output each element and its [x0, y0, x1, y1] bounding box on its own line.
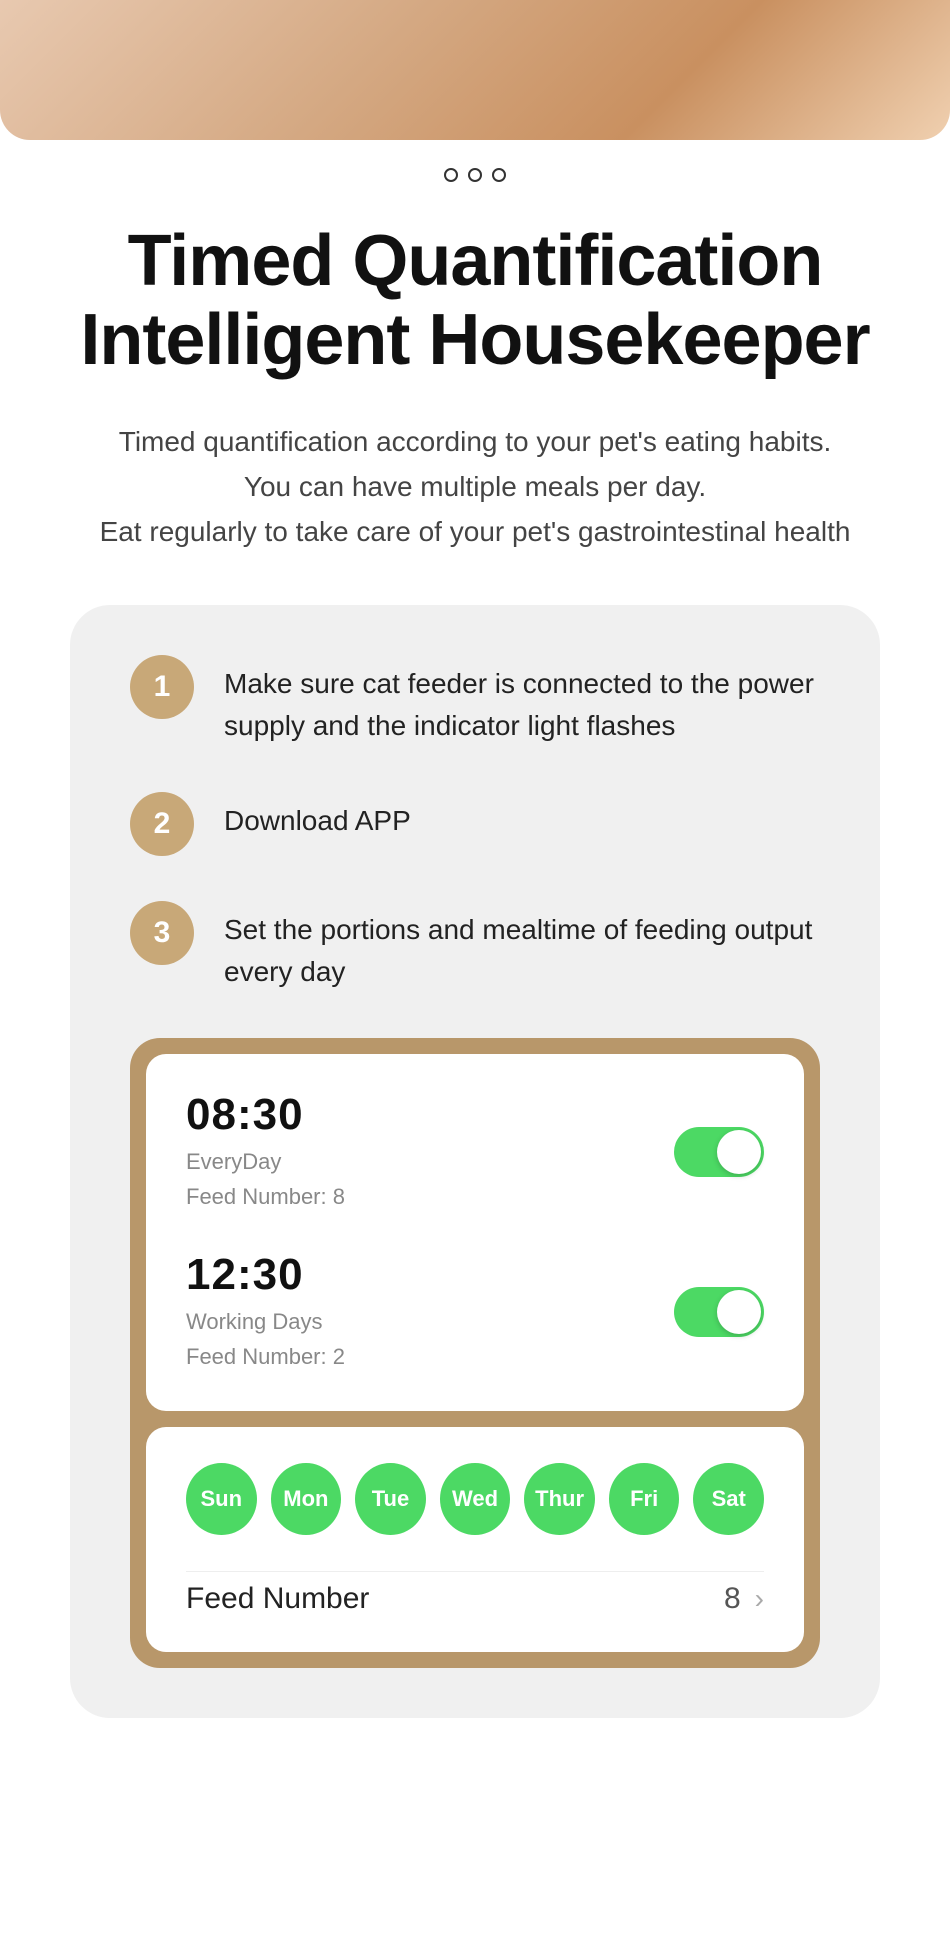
- dot-1: [444, 168, 458, 182]
- page-title: Timed Quantification Intelligent Houseke…: [40, 222, 910, 380]
- step-number-1: 1: [130, 655, 194, 719]
- day-thur[interactable]: Thur: [524, 1463, 595, 1535]
- main-instruction-card: 1 Make sure cat feeder is connected to t…: [70, 605, 880, 1718]
- step-number-2: 2: [130, 792, 194, 856]
- day-sun[interactable]: Sun: [186, 1463, 257, 1535]
- meal-1-toggle-knob: [717, 1130, 761, 1174]
- day-sat[interactable]: Sat: [693, 1463, 764, 1535]
- dot-3: [492, 168, 506, 182]
- meal-2: 12:30 Working Days Feed Number: 2: [186, 1250, 764, 1374]
- top-hero-image: [0, 0, 950, 140]
- day-fri[interactable]: Fri: [609, 1463, 680, 1535]
- feed-number-row[interactable]: Feed Number 8 ›: [186, 1571, 764, 1616]
- meal-2-toggle-knob: [717, 1290, 761, 1334]
- day-selector-card: Sun Mon Tue Wed Thur Fri Sat: [146, 1427, 804, 1652]
- step-1-text: Make sure cat feeder is connected to the…: [224, 655, 820, 747]
- day-mon[interactable]: Mon: [271, 1463, 342, 1535]
- days-row: Sun Mon Tue Wed Thur Fri Sat: [186, 1463, 764, 1535]
- schedule-outer-card: 08:30 EveryDay Feed Number: 8 12:30 Work…: [130, 1038, 820, 1668]
- title-section: Timed Quantification Intelligent Houseke…: [0, 202, 950, 390]
- meal-1-toggle[interactable]: [674, 1127, 764, 1177]
- meal-1-toggle-wrapper[interactable]: [674, 1127, 764, 1177]
- day-wed[interactable]: Wed: [440, 1463, 511, 1535]
- step-2-text: Download APP: [224, 792, 411, 842]
- feed-number-value-wrapper[interactable]: 8 ›: [724, 1582, 764, 1616]
- meal-1: 08:30 EveryDay Feed Number: 8: [186, 1090, 764, 1214]
- step-3: 3 Set the portions and mealtime of feedi…: [130, 901, 820, 993]
- subtitle-section: Timed quantification according to your p…: [0, 390, 950, 574]
- chevron-right-icon: ›: [755, 1583, 764, 1615]
- subtitle-text: Timed quantification according to your p…: [60, 420, 890, 554]
- day-tue[interactable]: Tue: [355, 1463, 426, 1535]
- step-2: 2 Download APP: [130, 792, 820, 856]
- meal-2-toggle-wrapper[interactable]: [674, 1287, 764, 1337]
- step-number-3: 3: [130, 901, 194, 965]
- page-dots-indicator: [0, 140, 950, 202]
- meal-2-toggle[interactable]: [674, 1287, 764, 1337]
- meals-card: 08:30 EveryDay Feed Number: 8 12:30 Work…: [146, 1054, 804, 1411]
- feed-number-label: Feed Number: [186, 1582, 369, 1616]
- dot-2: [468, 168, 482, 182]
- feed-number-value: 8: [724, 1582, 741, 1616]
- step-1: 1 Make sure cat feeder is connected to t…: [130, 655, 820, 747]
- step-3-text: Set the portions and mealtime of feeding…: [224, 901, 820, 993]
